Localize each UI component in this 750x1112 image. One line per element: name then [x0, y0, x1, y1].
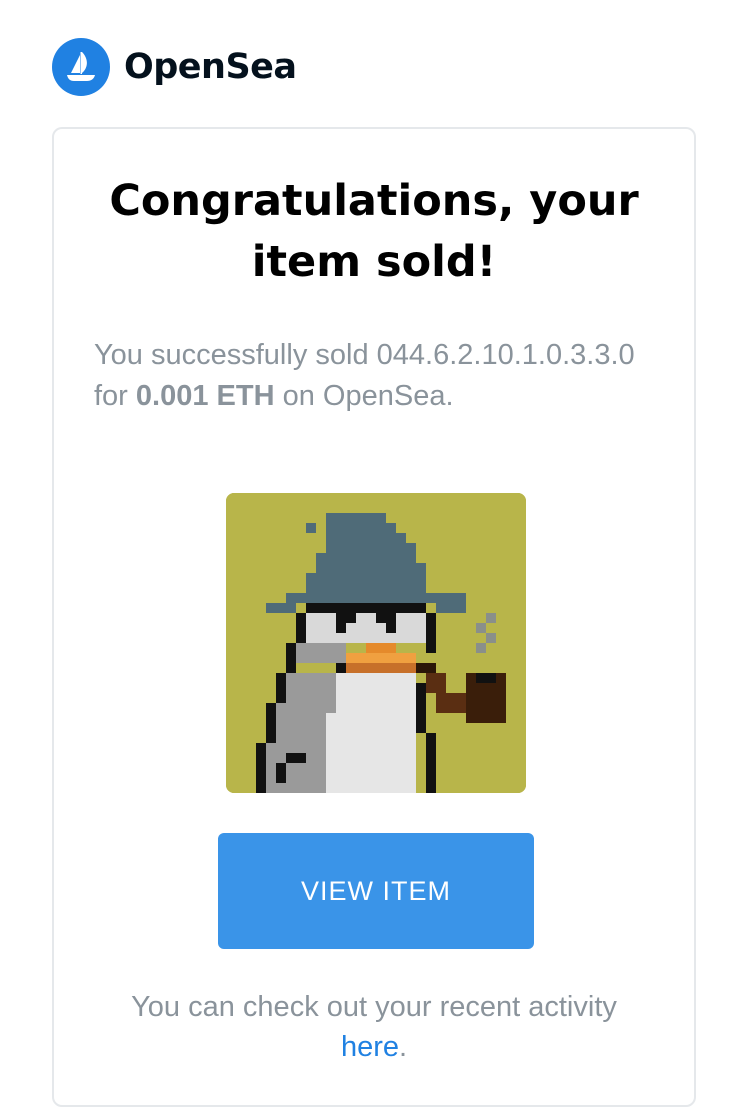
sale-amount: 0.001 ETH — [135, 380, 275, 412]
recent-activity-note: You can check out your recent activity he… — [84, 987, 664, 1067]
sale-notification-card: Congratulations, your item sold! You suc… — [52, 127, 696, 1107]
opensea-boat-icon — [52, 38, 110, 96]
view-item-button[interactable]: VIEW ITEM — [218, 833, 534, 949]
message-suffix: on OpenSea. — [282, 380, 454, 412]
wizard-penguin-nft-image[interactable] — [226, 493, 526, 793]
brand-name: OpenSea — [124, 47, 297, 87]
recent-activity-link[interactable]: here — [341, 1031, 399, 1063]
message-for: for — [94, 380, 128, 412]
brand-header[interactable]: OpenSea — [52, 38, 297, 96]
message-prefix: You successfully sold — [94, 339, 369, 371]
sale-message: You successfully sold 044.6.2.10.1.0.3.3… — [94, 335, 664, 417]
item-name: 044.6.2.10.1.0.3.3.0 — [376, 339, 635, 371]
card-title: Congratulations, your item sold! — [109, 176, 639, 287]
footer-link-suffix: . — [398, 1031, 408, 1063]
footer-text: You can check out your recent activity — [131, 991, 617, 1023]
